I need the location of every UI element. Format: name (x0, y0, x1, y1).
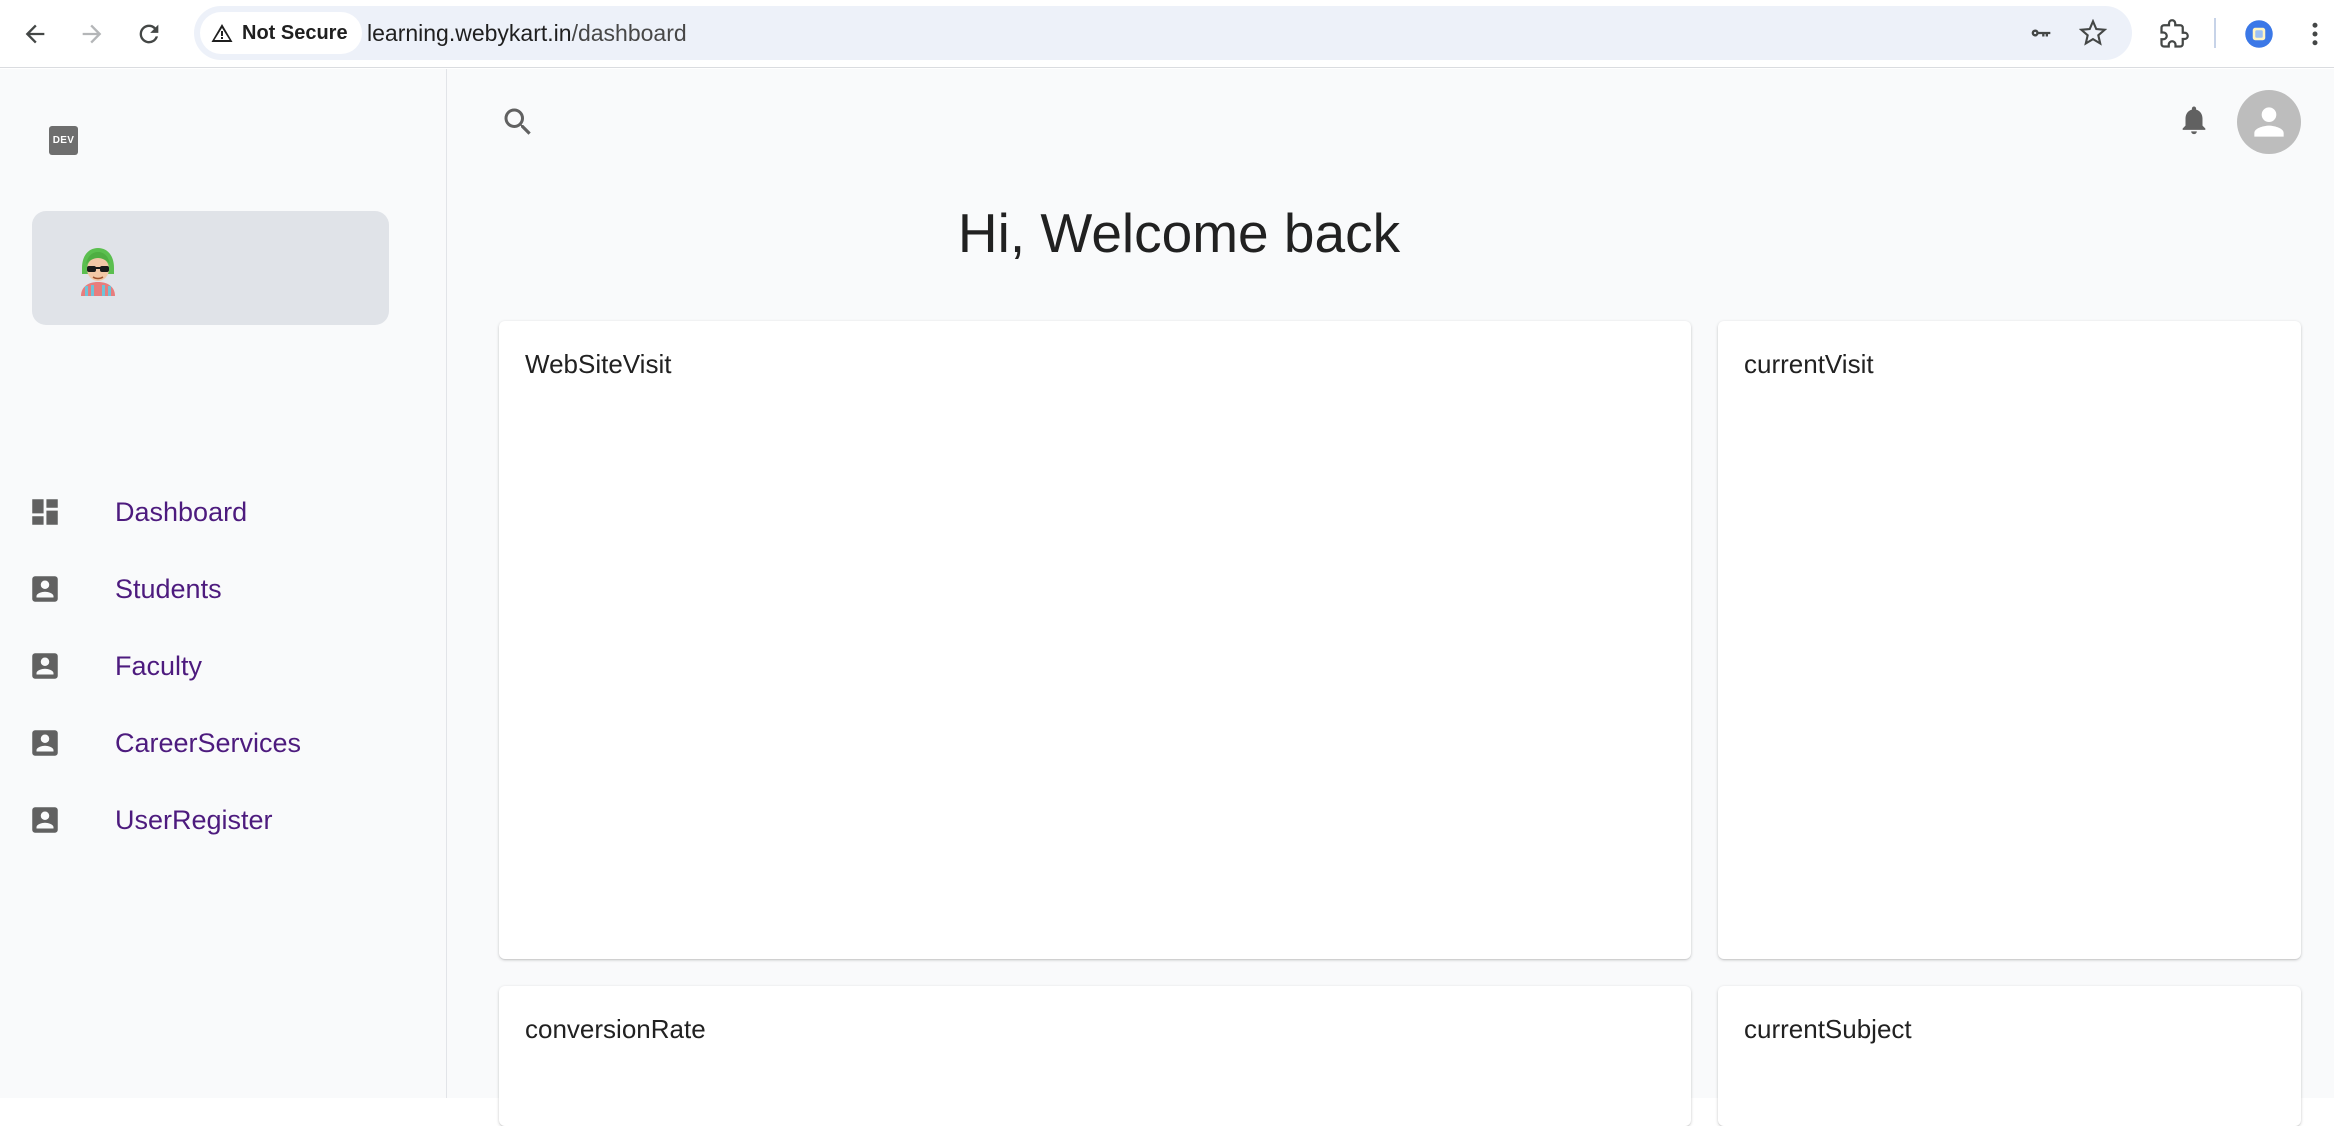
notifications-button[interactable] (2174, 100, 2214, 140)
profile-icon (2245, 20, 2273, 48)
account-box-icon (28, 572, 62, 606)
url-host: learning.webykart.in (367, 20, 572, 46)
page-title: Hi, Welcome back (957, 202, 1401, 264)
browser-toolbar: Not Secure learning.webykart.in/dashboar… (0, 0, 2334, 68)
extensions-button[interactable] (2154, 14, 2194, 54)
sidebar-item-label: CareerServices (115, 727, 302, 758)
sidebar-item-userregister[interactable]: UserRegister (0, 782, 447, 858)
card-title: currentSubject (1744, 1014, 1912, 1044)
user-avatar-button[interactable] (2237, 90, 2301, 154)
logo-text: DEV (52, 135, 75, 146)
current-subject-card: currentSubject (1718, 986, 2301, 1126)
star-icon (2079, 19, 2107, 46)
url-text[interactable]: learning.webykart.in/dashboard (367, 6, 687, 60)
sidebar-item-label: Dashboard (115, 496, 248, 527)
key-icon (2031, 29, 2051, 37)
arrow-right-icon (82, 24, 102, 44)
person-icon (2254, 107, 2284, 137)
reload-icon (139, 24, 159, 44)
url-path: /dashboard (571, 20, 687, 46)
sidebar: DEV Dashboard Students Faculty CareerSer… (0, 69, 447, 1098)
dev-logo[interactable]: DEV (49, 126, 78, 155)
sidebar-item-label: Students (115, 573, 222, 604)
sidebar-item-faculty[interactable]: Faculty (0, 628, 447, 704)
reload-button[interactable] (127, 12, 171, 56)
security-indicator[interactable]: Not Secure (200, 12, 362, 54)
website-visit-card: WebSiteVisit (499, 321, 1691, 959)
security-label: Not Secure (242, 21, 348, 44)
card-title: currentVisit (1744, 349, 1874, 379)
account-box-icon (28, 649, 62, 683)
sidebar-item-careerservices[interactable]: CareerServices (0, 705, 447, 781)
more-vert-icon (2312, 22, 2318, 46)
sidebar-item-students[interactable]: Students (0, 551, 447, 627)
profile-menu-button[interactable] (2239, 14, 2279, 54)
main-content: Hi, Welcome back WebSiteVisit currentVis… (448, 69, 2334, 1126)
password-key-button[interactable] (2026, 18, 2056, 48)
dashboard-icon (28, 495, 62, 529)
bookmark-button[interactable] (2078, 18, 2108, 48)
avatar (81, 248, 115, 296)
account-box-icon (28, 726, 62, 760)
sidebar-item-label: Faculty (115, 650, 203, 681)
browser-menu-button[interactable] (2300, 14, 2330, 54)
card-title: conversionRate (525, 1014, 706, 1044)
search-icon (504, 108, 531, 135)
account-box-icon (28, 803, 62, 837)
current-visit-card: currentVisit (1718, 321, 2301, 959)
search-button[interactable] (498, 102, 538, 142)
sidebar-item-dashboard[interactable]: Dashboard (0, 474, 447, 550)
puzzle-icon (2160, 19, 2189, 48)
back-button[interactable] (13, 12, 57, 56)
address-bar[interactable]: Not Secure learning.webykart.in/dashboar… (194, 6, 2132, 60)
account-card[interactable] (32, 211, 389, 325)
app-root: DEV Dashboard Students Faculty CareerSer… (0, 69, 2334, 1126)
forward-button[interactable] (70, 12, 114, 56)
arrow-left-icon (25, 24, 45, 44)
conversion-rate-card: conversionRate (499, 986, 1691, 1126)
toolbar-divider (2214, 18, 2216, 48)
warning-icon (211, 24, 233, 42)
bell-icon (2182, 106, 2206, 135)
card-title: WebSiteVisit (525, 349, 672, 379)
sidebar-item-label: UserRegister (115, 804, 273, 835)
